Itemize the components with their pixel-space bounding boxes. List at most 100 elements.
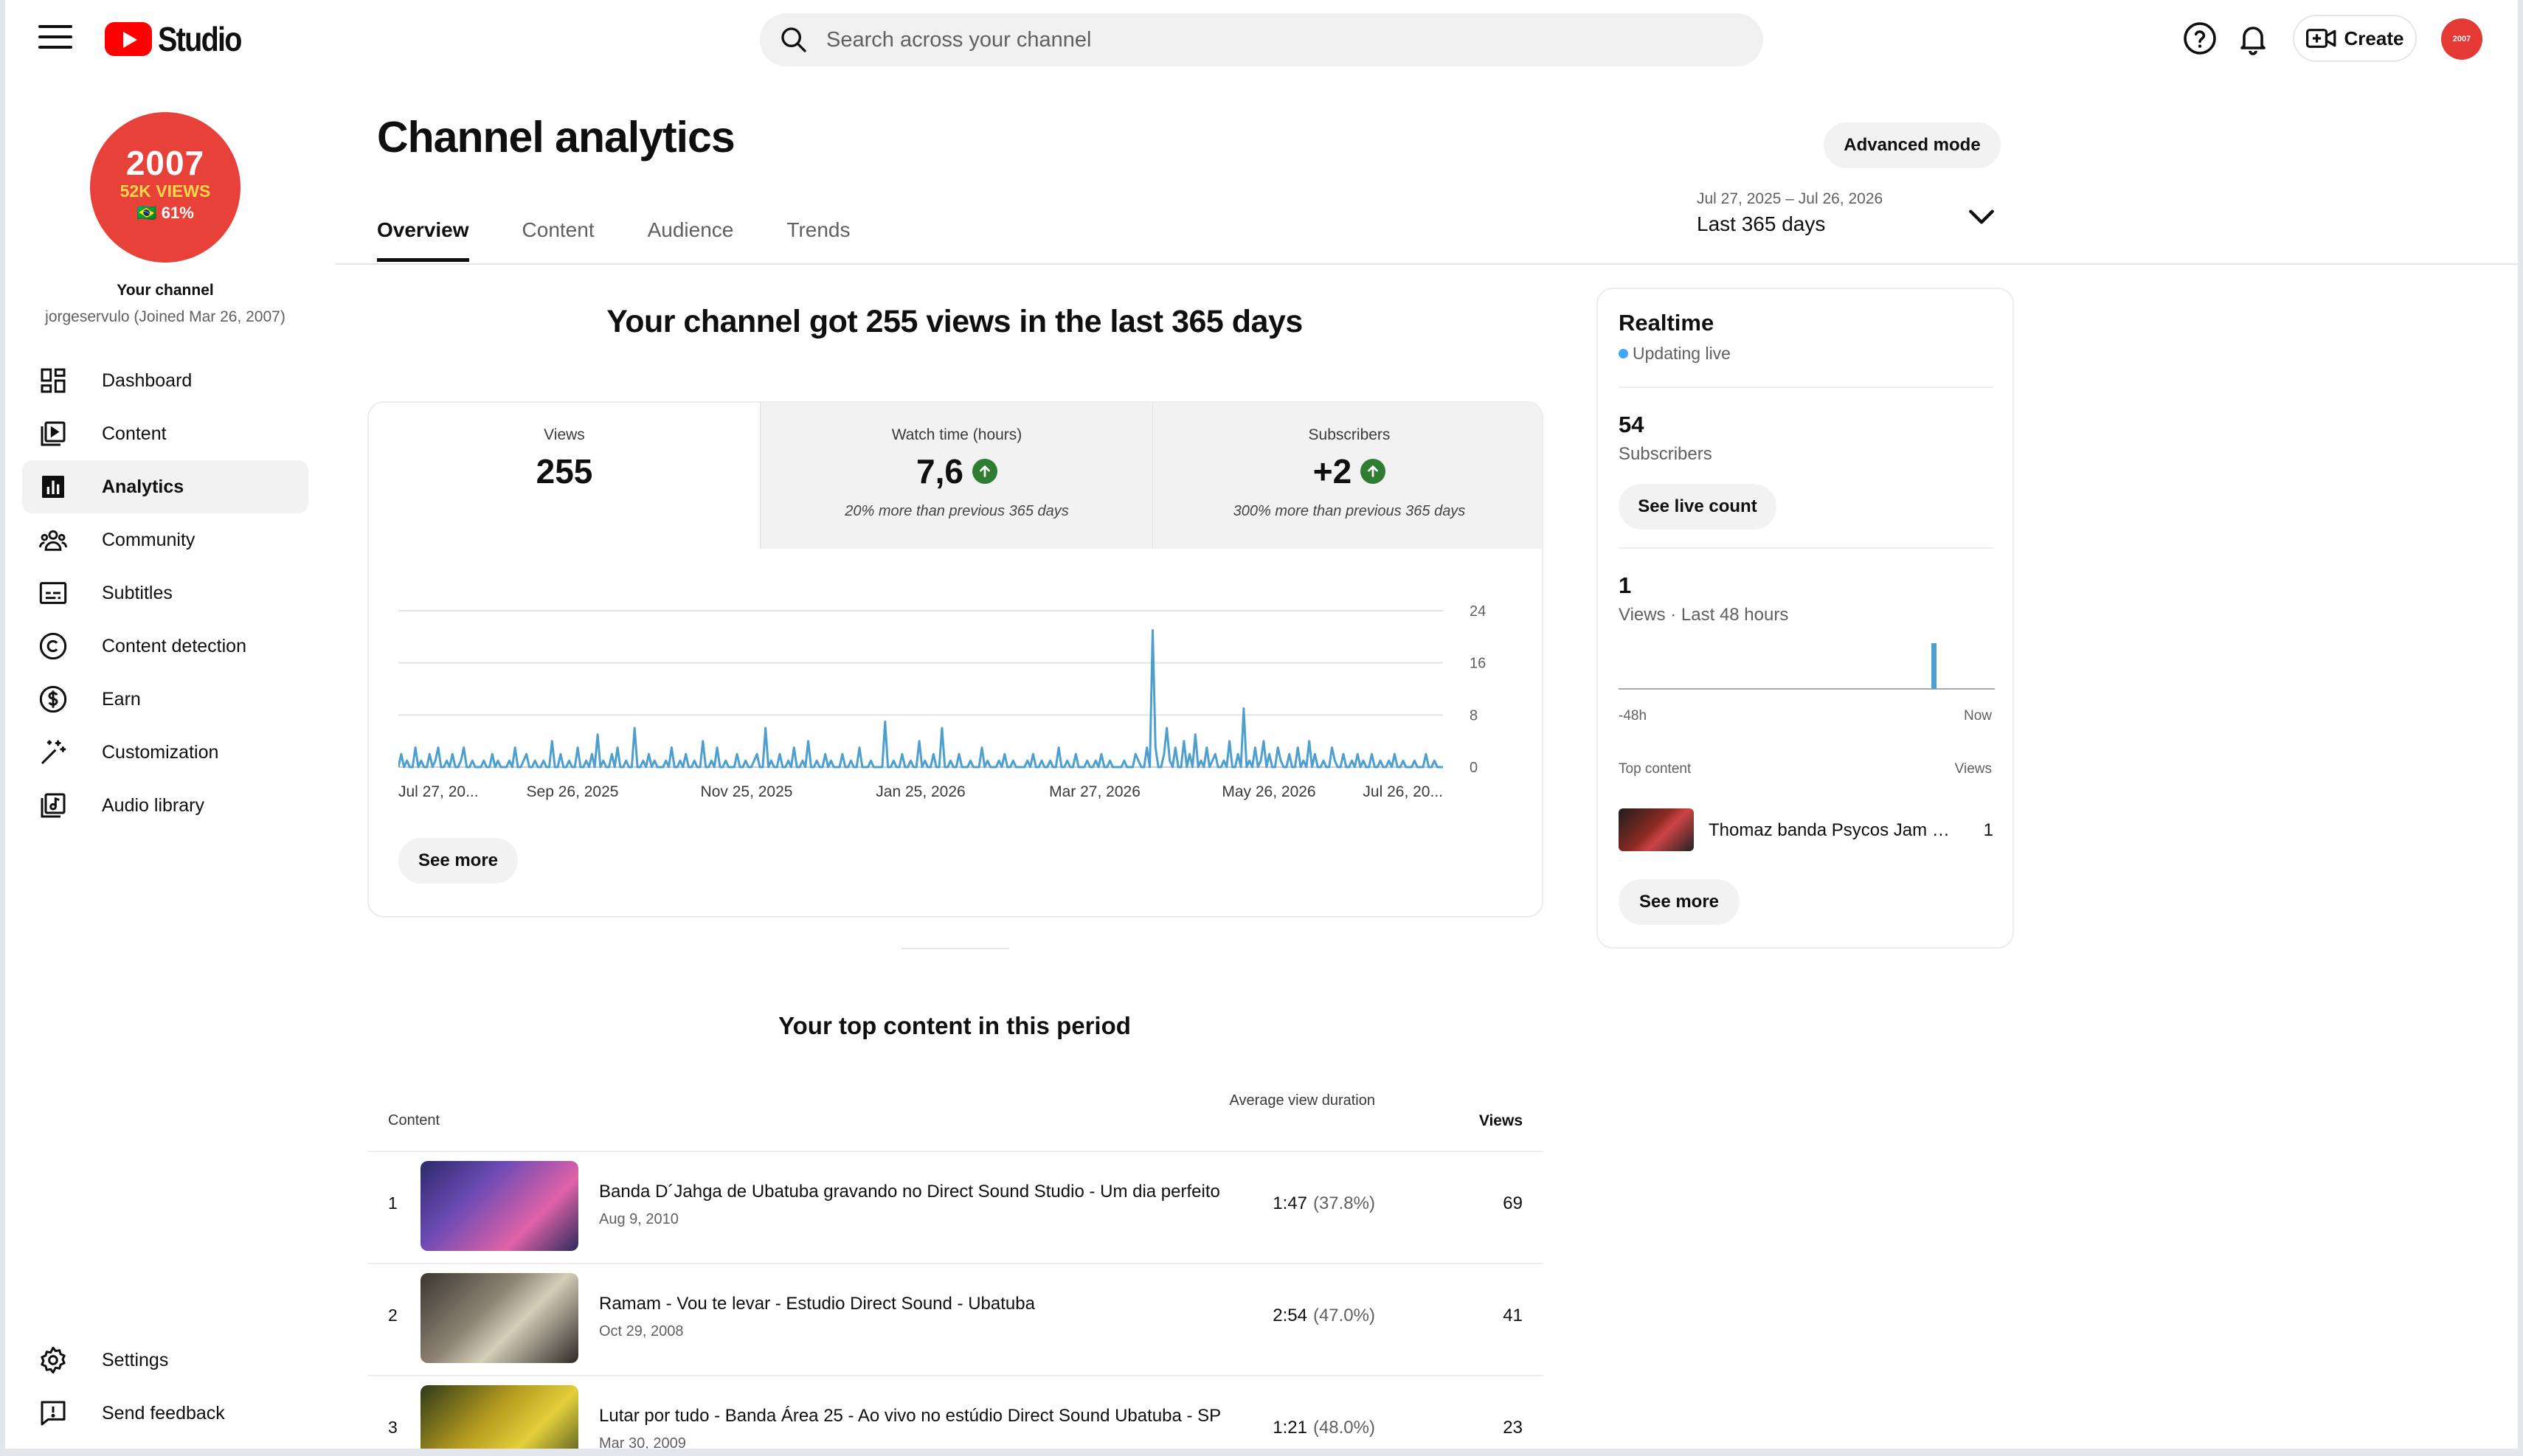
sidebar-item-audio-library[interactable]: Audio library — [22, 779, 308, 832]
metric-watch-time[interactable]: Watch time (hours) 7,6 20% more than pre… — [760, 403, 1153, 549]
sidebar-item-label: Analytics — [102, 476, 184, 497]
metric-value: 255 — [536, 452, 593, 490]
channel-handle: jorgeservulo (Joined Mar 26, 2007) — [45, 308, 285, 325]
x-tick-label: Jul 27, 20... — [398, 783, 479, 800]
tab-audience[interactable]: Audience — [648, 218, 734, 262]
gear-icon — [37, 1344, 69, 1376]
video-thumbnail[interactable] — [420, 1385, 578, 1449]
x-tick-label: Jan 25, 2026 — [876, 783, 965, 800]
page-title: Channel analytics — [377, 113, 736, 162]
views-series-line[interactable] — [398, 629, 1443, 769]
metric-comparison: 300% more than previous 365 days — [1233, 503, 1466, 519]
metric-label: Watch time (hours) — [891, 426, 1022, 443]
sidebar-item-send-feedback[interactable]: Send feedback — [22, 1387, 308, 1440]
channel-avatar[interactable]: 2007 52K VIEWS 🇧🇷 61% — [90, 112, 240, 263]
sidebar-item-label: Subtitles — [102, 582, 173, 603]
table-row[interactable]: 1 Banda D´Jahga de Ubatuba gravando no D… — [367, 1151, 1543, 1264]
sidebar: 2007 52K VIEWS 🇧🇷 61% Your channel jorge… — [0, 77, 325, 1449]
avg-view-duration: 1:21 (48.0%) — [1273, 1418, 1375, 1438]
metric-value: 7,6 — [761, 451, 1153, 491]
table-row[interactable]: 2 Ramam - Vou te levar - Estudio Direct … — [367, 1263, 1543, 1376]
sidebar-item-label: Send feedback — [102, 1402, 225, 1424]
sidebar-item-settings[interactable]: Settings — [22, 1334, 308, 1387]
account-avatar[interactable]: 2007 — [2441, 18, 2482, 60]
search-input[interactable] — [825, 27, 1713, 53]
chevron-down-icon[interactable] — [1965, 205, 1998, 229]
video-date: Mar 30, 2009 — [599, 1435, 686, 1449]
x-tick-label: Mar 27, 2026 — [1049, 783, 1141, 800]
create-button[interactable]: Create — [2293, 15, 2417, 62]
sidebar-item-customization[interactable]: Customization — [22, 726, 308, 779]
tabs-divider — [336, 263, 2523, 265]
video-title[interactable]: Thomaz banda Psycos Jam session — [1709, 820, 1952, 841]
video-title[interactable]: Banda D´Jahga de Ubatuba gravando no Dir… — [599, 1182, 1233, 1202]
see-more-button[interactable]: See more — [1619, 879, 1740, 925]
youtube-play-icon — [105, 22, 152, 56]
col-avg-view-duration[interactable]: Average view duration — [1208, 1089, 1375, 1112]
video-add-icon — [2305, 29, 2336, 48]
sidebar-item-content[interactable]: Content — [22, 407, 308, 460]
see-live-count-button[interactable]: See live count — [1619, 484, 1776, 530]
create-label: Create — [2344, 27, 2404, 49]
table-row[interactable]: 3 Lutar por tudo - Banda Área 25 - Ao vi… — [367, 1375, 1543, 1449]
sidebar-item-dashboard[interactable]: Dashboard — [22, 354, 308, 407]
video-thumbnail[interactable] — [420, 1273, 578, 1363]
date-range-dates: Jul 27, 2025 – Jul 26, 2026 — [1697, 190, 1883, 207]
analytics-icon — [37, 471, 69, 503]
menu-icon[interactable] — [38, 25, 72, 52]
sidebar-item-community[interactable]: Community — [22, 513, 308, 566]
sidebar-item-analytics[interactable]: Analytics — [22, 460, 308, 513]
search-bar[interactable] — [760, 13, 1763, 66]
realtime-views-label: Views · Last 48 hours — [1619, 605, 1789, 625]
sidebar-item-subtitles[interactable]: Subtitles — [22, 566, 308, 620]
metric-comparison: 20% more than previous 365 days — [845, 503, 1069, 519]
tab-content[interactable]: Content — [522, 218, 595, 262]
arrow-up-icon — [1360, 459, 1386, 484]
video-date: Oct 29, 2008 — [599, 1323, 684, 1339]
advanced-mode-button[interactable]: Advanced mode — [1824, 122, 2001, 168]
video-thumbnail[interactable] — [1619, 808, 1694, 851]
top-content-title: Your top content in this period — [778, 1012, 1131, 1039]
video-views: 1 — [1983, 820, 1993, 840]
row-rank: 2 — [388, 1306, 398, 1325]
date-range-selector[interactable]: Jul 27, 2025 – Jul 26, 2026 Last 365 day… — [1697, 190, 1883, 236]
y-tick-label: 24 — [1470, 603, 1486, 620]
see-more-button[interactable]: See more — [398, 838, 518, 884]
video-views: 23 — [1503, 1418, 1523, 1438]
realtime-views-bar-chart — [1619, 643, 1995, 690]
realtime-views-value: 1 — [1619, 572, 1632, 598]
col-views[interactable]: Views — [1444, 1112, 1523, 1130]
video-thumbnail[interactable] — [420, 1161, 578, 1251]
video-title[interactable]: Ramam - Vou te levar - Estudio Direct So… — [599, 1294, 1233, 1314]
help-icon[interactable] — [2182, 21, 2218, 56]
sidebar-item-content-detection[interactable]: Content detection — [22, 620, 308, 673]
sidebar-item-label: Customization — [102, 741, 219, 763]
x-tick-label: Sep 26, 2025 — [527, 783, 619, 800]
date-range-period: Last 365 days — [1697, 212, 1826, 235]
notifications-bell-icon[interactable] — [2235, 21, 2271, 56]
metric-subscribers[interactable]: Subscribers +2 300% more than previous 3… — [1152, 403, 1542, 549]
studio-logo[interactable]: Studio — [105, 19, 255, 59]
y-tick-label: 16 — [1470, 656, 1486, 672]
tab-trends[interactable]: Trends — [786, 218, 850, 262]
realtime-top-content-row[interactable]: Thomaz banda Psycos Jam session 1 — [1619, 808, 1993, 853]
audio-library-icon — [37, 789, 69, 822]
x-tick-label: May 26, 2026 — [1222, 783, 1315, 800]
top-content-header: Content Average view duration Views — [367, 1087, 1543, 1152]
sidebar-item-earn[interactable]: Earn — [22, 673, 308, 726]
row-rank: 1 — [388, 1193, 398, 1213]
video-title[interactable]: Lutar por tudo - Banda Área 25 - Ao vivo… — [599, 1406, 1233, 1426]
live-dot-icon — [1619, 349, 1628, 358]
subtitles-icon — [37, 577, 69, 609]
realtime-title: Realtime — [1619, 310, 1714, 336]
tab-overview[interactable]: Overview — [377, 218, 469, 262]
x-tick-label: Nov 25, 2025 — [701, 783, 793, 800]
dollar-icon — [37, 683, 69, 715]
sidebar-item-label: Community — [102, 529, 195, 550]
metric-label: Views — [544, 426, 585, 443]
avg-view-duration: 2:54 (47.0%) — [1273, 1306, 1375, 1325]
dashboard-icon — [37, 364, 69, 397]
channel-avatar-pct: 🇧🇷 61% — [136, 204, 194, 222]
metric-views[interactable]: Views 255 — [369, 403, 760, 549]
video-date: Aug 9, 2010 — [599, 1211, 679, 1227]
